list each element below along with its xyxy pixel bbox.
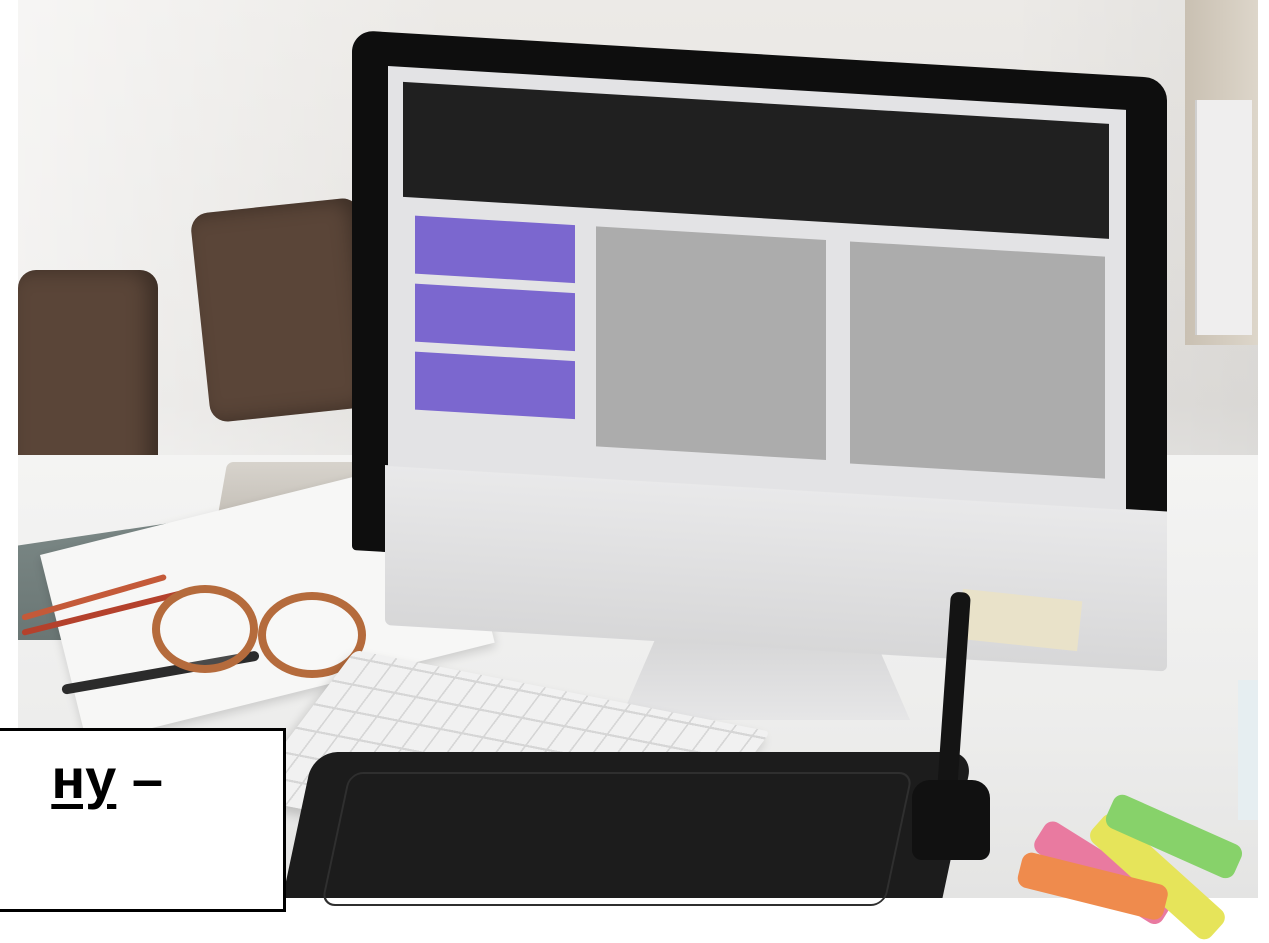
screen-header-block <box>403 81 1109 239</box>
stylus-holder <box>912 780 990 860</box>
glasses-lens-left <box>152 585 258 673</box>
chair-left <box>18 270 158 480</box>
screen-nav-item-3 <box>415 351 575 420</box>
screen-panel-right <box>850 241 1105 479</box>
monitor-screen <box>388 66 1126 510</box>
caption-text: ну – <box>51 751 163 807</box>
screen-nav-item-1 <box>415 215 575 284</box>
caption-box: ну – <box>0 728 286 912</box>
right-margin <box>1258 0 1269 898</box>
caption-underlined-word: ну <box>51 747 117 810</box>
caption-trailing-dash: – <box>116 747 163 810</box>
screen-panel-left <box>596 226 826 461</box>
screen-nav-item-2 <box>415 283 575 352</box>
bookshelf <box>1185 0 1258 345</box>
cup <box>1238 680 1258 820</box>
binder <box>1195 100 1252 335</box>
drawing-tablet <box>282 752 974 906</box>
